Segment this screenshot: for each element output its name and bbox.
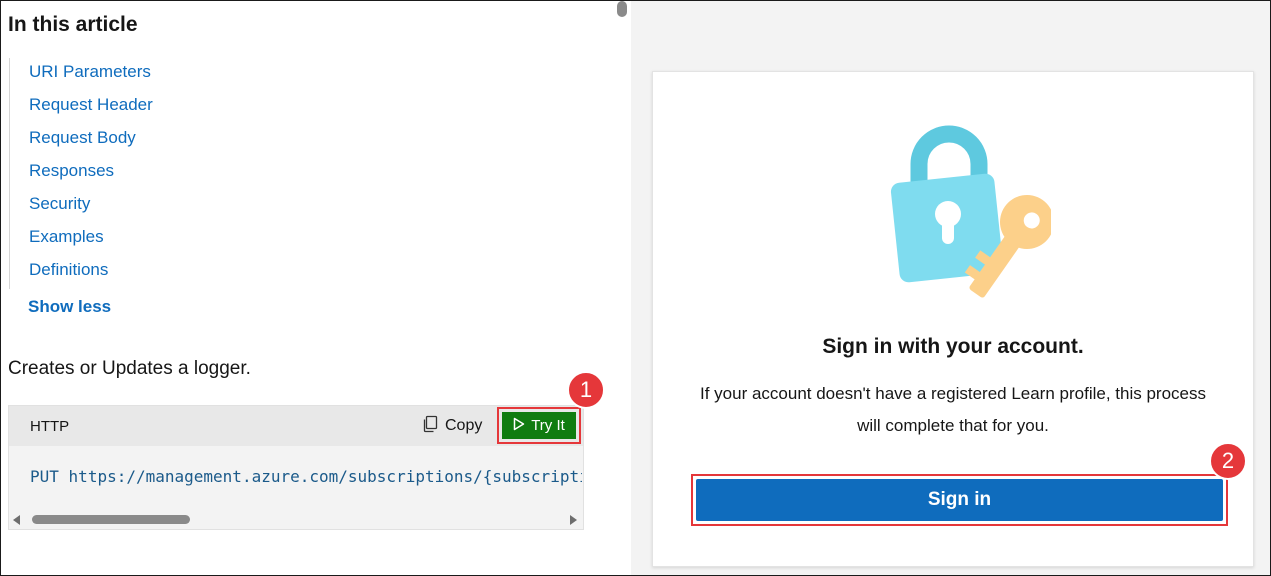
code-request-line: PUT https://management.azure.com/subscri… [30, 467, 582, 486]
copy-icon [421, 415, 439, 438]
try-it-label: Try It [531, 417, 565, 434]
try-it-button[interactable]: Try It [502, 412, 576, 439]
screenshot-frame: In this article URI Parameters Request H… [0, 0, 1271, 576]
code-block-header: HTTP Copy Try It [9, 406, 583, 446]
toc-link-examples[interactable]: Examples [10, 223, 310, 256]
scroll-right-arrow-icon[interactable] [570, 515, 577, 525]
sign-in-message: If your account doesn't have a registere… [700, 384, 1206, 435]
sign-in-button[interactable]: Sign in [696, 479, 1223, 521]
sign-in-pane: Sign in with your account. If your accou… [631, 1, 1270, 575]
operation-description: Creates or Updates a logger. [8, 358, 251, 379]
play-icon [513, 417, 525, 435]
toc-link-security[interactable]: Security [10, 190, 310, 223]
toc-link-uri-parameters[interactable]: URI Parameters [10, 58, 310, 91]
article-pane: In this article URI Parameters Request H… [1, 1, 631, 575]
lock-key-icon [890, 125, 1051, 298]
http-method: PUT [30, 467, 59, 486]
copy-label: Copy [445, 417, 483, 434]
toc-title: In this article [8, 13, 138, 36]
toc-link-request-body[interactable]: Request Body [10, 124, 310, 157]
toc-link-definitions[interactable]: Definitions [10, 256, 310, 289]
toc-link-request-header[interactable]: Request Header [10, 91, 310, 124]
try-it-highlight: Try It [497, 407, 581, 444]
step-badge-2: 2 [1209, 442, 1247, 480]
sign-in-title: Sign in with your account. [822, 335, 1084, 358]
vertical-scrollbar-thumb[interactable] [617, 1, 627, 17]
code-language-label: HTTP [30, 418, 70, 435]
copy-button[interactable]: Copy [421, 414, 482, 438]
toc-link-responses[interactable]: Responses [10, 157, 310, 190]
horizontal-scrollbar[interactable] [9, 510, 583, 529]
sign-in-highlight: Sign in [691, 474, 1228, 526]
horizontal-scrollbar-thumb[interactable] [32, 515, 190, 524]
step-badge-1: 1 [567, 371, 605, 409]
show-less-link[interactable]: Show less [28, 297, 111, 317]
scroll-left-arrow-icon[interactable] [13, 515, 20, 525]
request-url: https://management.azure.com/subscriptio… [68, 467, 582, 486]
sign-in-card: Sign in with your account. If your accou… [652, 71, 1254, 567]
toc-list: URI Parameters Request Header Request Bo… [9, 58, 310, 289]
code-block: HTTP Copy Try It PUT https://management.… [8, 405, 584, 530]
